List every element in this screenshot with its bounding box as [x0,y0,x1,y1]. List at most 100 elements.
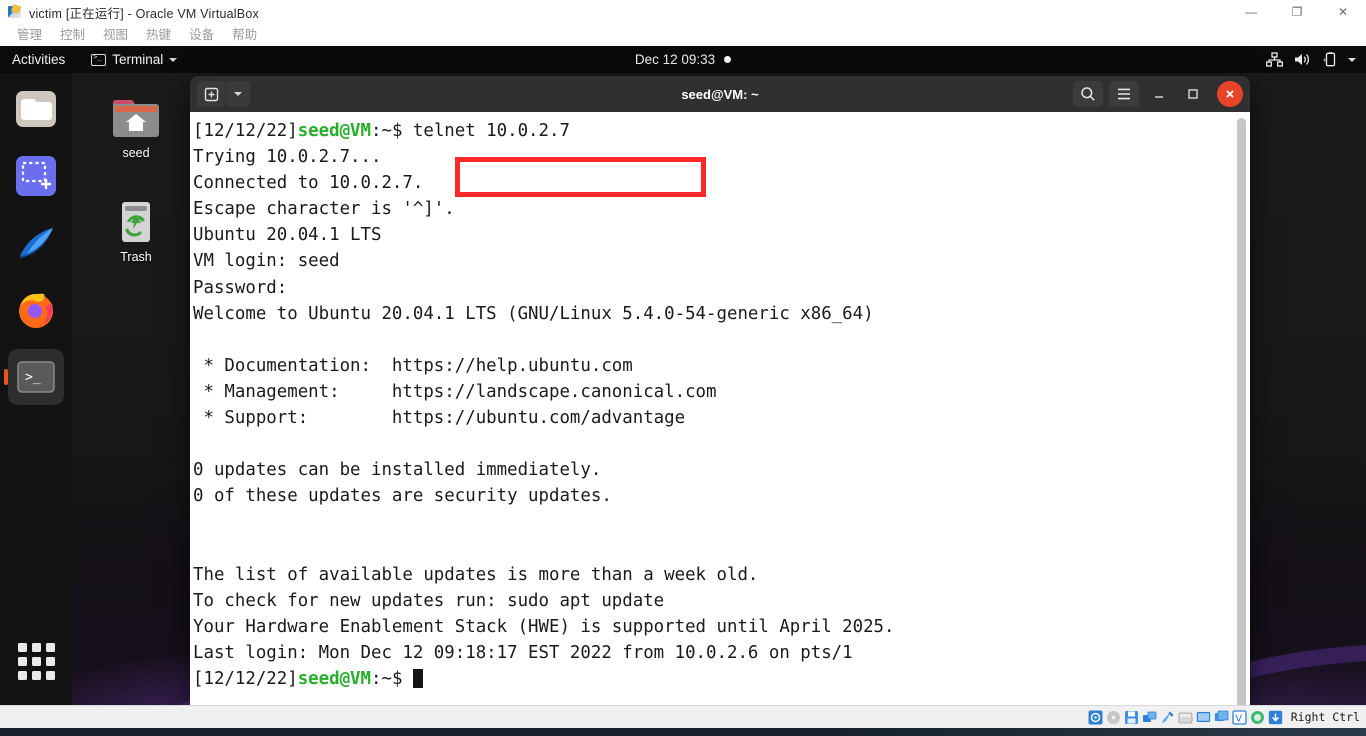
grid-icon [17,642,27,652]
terminal-lines: [12/12/22]seed@VM:~$ telnet 10.0.2.7 Try… [193,118,1250,692]
desktop-icon-label: seed [122,146,150,160]
app-menu[interactable]: Terminal [91,52,178,67]
desktop-icon-seed[interactable]: seed [92,94,180,160]
prompt-suffix: :~$ [371,121,413,141]
activities-button[interactable]: Activities [0,46,77,73]
trash-icon [110,198,162,246]
show-applications-button[interactable] [8,633,64,689]
hard-disk-icon[interactable] [1088,710,1103,725]
prompt-suffix: :~$ [371,668,413,689]
shared-folder-icon[interactable] [1178,710,1193,725]
host-key-label: Right Ctrl [1290,710,1360,724]
screenshot-icon [16,156,56,196]
terminal-line: * Support: https://ubuntu.com/advantage [193,408,686,429]
virtualbox-icon [8,3,22,19]
dock-item-terminal[interactable]: >_ [4,349,64,405]
terminal-line: Ubuntu 20.04.1 LTS [193,225,382,246]
terminal-line: Trying 10.0.2.7... [193,147,382,168]
dock-item-firefox[interactable] [8,282,64,338]
terminal-line: To check for new updates run: sudo apt u… [193,590,665,611]
svg-text:>_: >_ [25,370,41,385]
recording-icon[interactable] [1214,710,1229,725]
host-key-icon[interactable] [1268,710,1283,725]
terminal-line: Last login: Mon Dec 12 09:18:17 EST 2022… [193,642,853,663]
terminal-line: The list of available updates is more th… [193,564,759,585]
chevron-down-icon [169,57,178,62]
screen: victim [正在运行] - Oracle VM VirtualBox — ❐… [0,0,1366,736]
desktop-icon-label: Trash [120,250,152,264]
app-menu-label: Terminal [112,52,164,67]
close-icon[interactable] [1217,81,1243,107]
terminal-line: VM login: seed [193,251,340,272]
menu-help[interactable]: 帮助 [223,24,266,46]
terminal-icon: >_ [17,361,55,393]
notification-dot-icon [724,56,732,63]
prompt-user-host: seed@VM [297,668,371,689]
virtualbox-window-title: victim [正在运行] - Oracle VM VirtualBox [29,6,259,21]
clock-area[interactable]: Dec 12 09:33 [583,52,783,67]
terminal-output-area[interactable]: [12/12/22]seed@VM:~$ telnet 10.0.2.7 Try… [190,112,1250,705]
new-tab-icon[interactable] [197,81,225,107]
menu-control[interactable]: 控制 [51,24,94,46]
system-tray[interactable] [1266,52,1366,67]
desktop-icon-trash[interactable]: Trash [92,198,180,264]
gnome-top-bar: Activities Terminal Dec 12 09:33 [0,46,1366,73]
new-tab-dropdown-icon[interactable] [226,81,250,107]
prompt-date: [12/12/22] [193,121,298,141]
svg-text:V: V [1235,713,1242,724]
dock-item-files[interactable] [8,81,64,137]
display-icon[interactable] [1196,710,1211,725]
search-icon[interactable] [1073,81,1103,107]
terminal-line: Welcome to Ubuntu 20.04.1 LTS (GNU/Linux… [193,303,874,324]
virtualbox-window-controls: — ❐ ✕ [1228,0,1366,24]
terminal-window: seed@VM: ~ [12/12/22]seed@VM:~$ telnet 1… [190,76,1250,705]
optical-disk-icon[interactable] [1106,710,1121,725]
terminal-icon [91,53,107,66]
hamburger-menu-icon[interactable] [1109,81,1139,107]
terminal-line: Connected to 10.0.2.7. [193,173,424,194]
firefox-icon [19,293,53,328]
terminal-cursor [412,668,423,688]
home-folder-icon [110,94,162,142]
virtualbox-menubar: 管理 控制 视图 热键 设备 帮助 [0,24,1366,46]
virtualization-icon[interactable]: V [1232,709,1247,725]
terminal-line: 0 updates can be installed immediately. [193,460,602,481]
dock-item-wireshark[interactable] [8,215,64,271]
menu-hotkeys[interactable]: 热键 [137,24,180,46]
mouse-integration-icon[interactable] [1250,710,1265,725]
terminal-current-prompt-line: [12/12/22]seed@VM:~$ [193,666,1250,692]
terminal-titlebar: seed@VM: ~ [190,76,1250,112]
floppy-icon[interactable] [1124,710,1139,725]
prompt-user-host: seed@VM [297,121,371,141]
minimize-icon[interactable] [1145,81,1173,107]
battery-charging-icon [1323,52,1336,67]
host-minimize-button[interactable]: — [1228,0,1274,24]
clock-label: Dec 12 09:33 [634,52,716,67]
menu-manage[interactable]: 管理 [8,24,51,46]
network-icon[interactable] [1142,710,1157,725]
terminal-line: Password: [193,277,288,298]
virtualbox-titlebar: victim [正在运行] - Oracle VM VirtualBox — ❐… [0,0,1366,24]
host-close-button[interactable]: ✕ [1320,0,1366,24]
host-restore-button[interactable]: ❐ [1274,0,1320,24]
menu-devices[interactable]: 设备 [180,24,223,46]
terminal-scrollbar[interactable] [1236,116,1247,705]
dock-item-screenshot[interactable] [8,148,64,204]
terminal-command: telnet 10.0.2.7 [412,121,570,141]
virtualbox-statusbar: V Right Ctrl [0,705,1366,728]
maximize-icon[interactable] [1179,81,1207,107]
volume-icon [1295,54,1309,65]
dock: >_ [0,73,72,705]
prompt-date: [12/12/22] [193,668,298,689]
network-icon [1266,52,1283,67]
chevron-down-icon [1348,57,1356,62]
usb-icon[interactable] [1160,710,1175,725]
menu-view[interactable]: 视图 [94,24,137,46]
terminal-window-controls [1073,81,1243,107]
terminal-prompt-line: [12/12/22]seed@VM:~$ telnet 10.0.2.7 [193,118,1250,144]
terminal-line: * Management: https://landscape.canonica… [193,381,717,402]
guest-desktop: Activities Terminal Dec 12 09:33 [0,46,1366,705]
